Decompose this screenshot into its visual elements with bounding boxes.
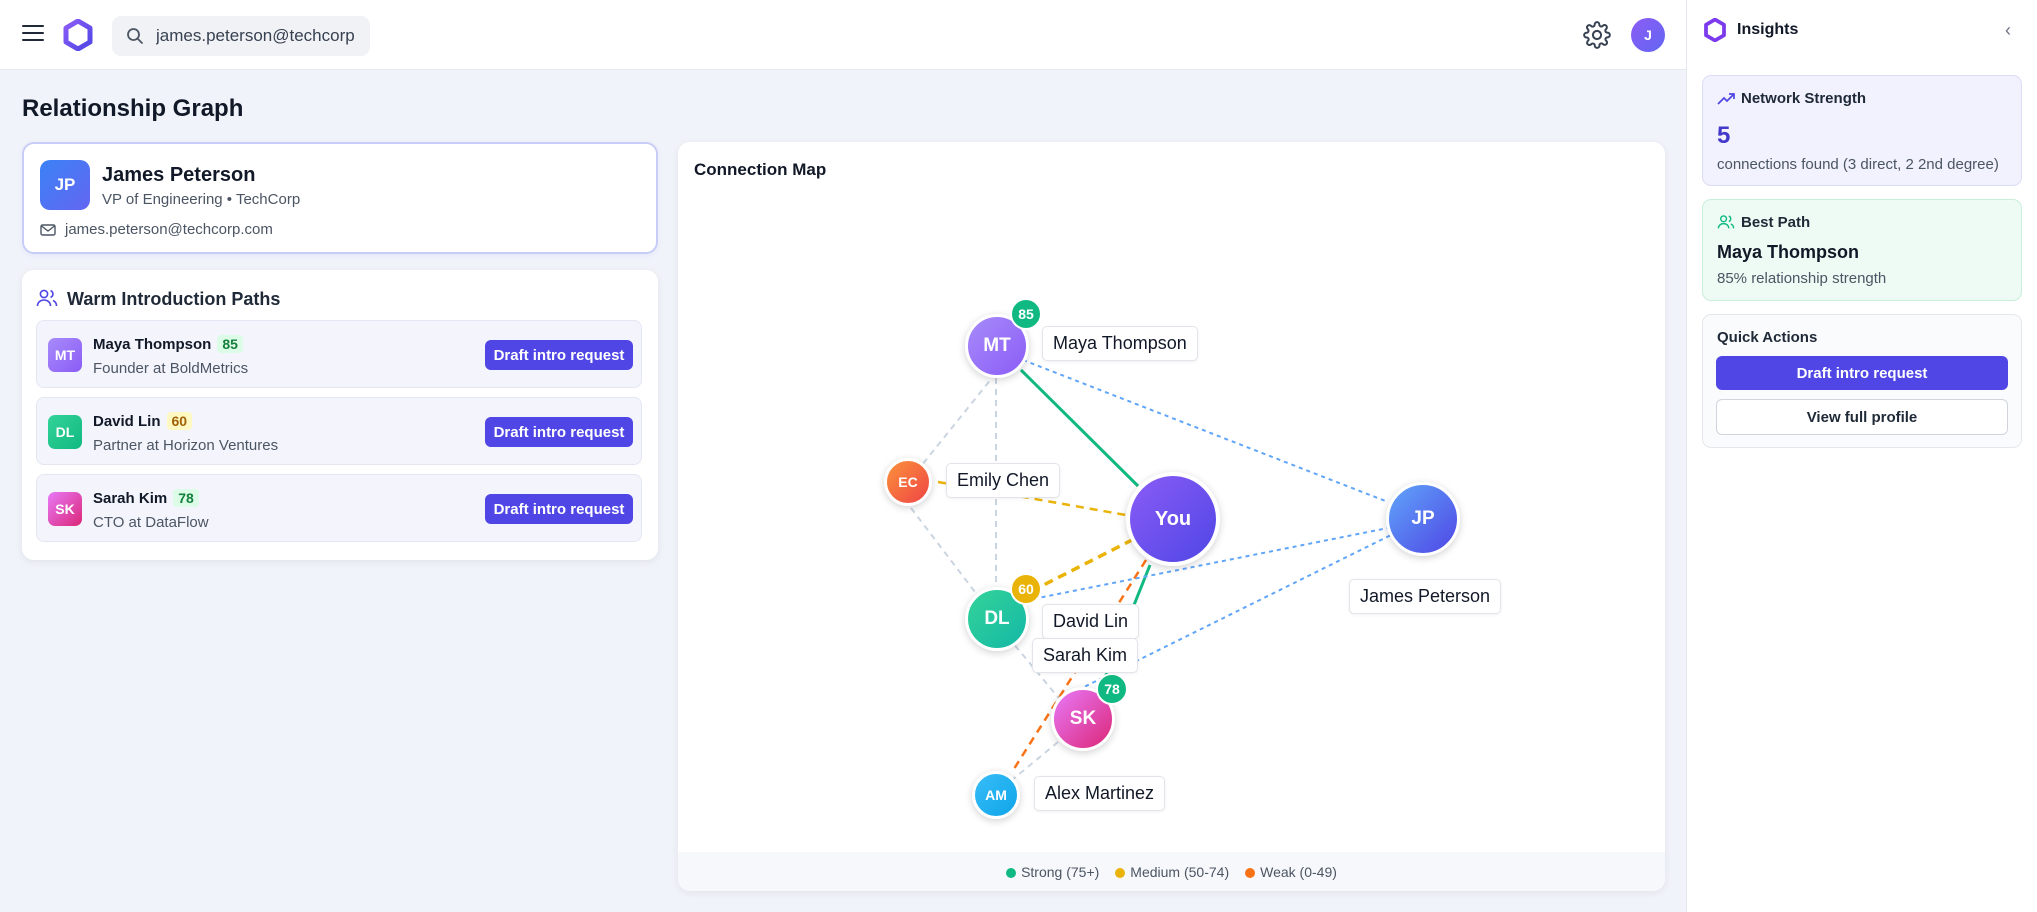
best-path-name: Maya Thompson (1717, 242, 1860, 262)
insights-panel: Insights ‹ Network Strength 5 connection… (1686, 0, 2037, 912)
user-avatar[interactable]: J (1631, 18, 1665, 52)
draft-intro-button[interactable]: Draft intro request (485, 417, 633, 447)
draft-intro-button[interactable]: Draft intro request (1716, 356, 2008, 390)
chevron-left-icon[interactable]: ‹ (2005, 20, 2011, 41)
edge-sk-am (1011, 741, 1059, 781)
node-label-alex: Alex Martinez (1034, 776, 1166, 811)
menu-icon[interactable] (22, 25, 44, 43)
profile-avatar: JP (40, 160, 90, 210)
network-count: 5 (1717, 122, 1731, 149)
view-full-profile-button[interactable]: View full profile (1716, 399, 2008, 435)
path-name: David Lin 60 (93, 412, 193, 430)
profile-card: JP James Peterson VP of Engineering • Te… (22, 142, 658, 254)
node-score-badge: 78 (1096, 673, 1128, 705)
network-sub: connections found (3 direct, 2 2nd degre… (1717, 156, 1999, 173)
path-role: Partner at Horizon Ventures (93, 437, 279, 454)
app-logo-icon (1704, 18, 1726, 42)
quick-actions-label: Quick Actions (1717, 329, 1818, 346)
path-row-sarah: SK Sarah Kim 78 CTO at DataFlow Draft int… (36, 474, 642, 542)
insights-title: Insights (1737, 21, 1799, 38)
users-icon (1717, 215, 1735, 229)
draft-intro-button[interactable]: Draft intro request (485, 494, 633, 524)
profile-name: James Peterson (102, 164, 256, 186)
top-bar: J (0, 0, 1686, 70)
legend-strong: Strong (75+) (1006, 864, 1099, 880)
node-label-emily: Emily Chen (946, 463, 1061, 498)
edge-ec-dl (910, 507, 979, 597)
node-alex-martinez[interactable]: AM (972, 771, 1020, 819)
node-label-james: James Peterson (1349, 579, 1502, 614)
connection-map: Connection Map You MT 85 Maya Thompson E… (678, 142, 1665, 891)
profile-email[interactable]: james.peterson@techcorp.com (65, 221, 273, 238)
path-avatar: MT (48, 338, 82, 372)
best-path-label: Best Path (1741, 214, 1811, 231)
node-score-badge: 85 (1010, 298, 1042, 330)
page-title: Relationship Graph (22, 95, 244, 122)
node-emily-chen[interactable]: EC (884, 458, 932, 506)
node-score-badge: 60 (1010, 573, 1042, 605)
best-path-card: Best Path Maya Thompson 85% relationship… (1702, 199, 2022, 301)
path-role: Founder at BoldMetrics (93, 360, 249, 377)
path-name: Maya Thompson 85 (93, 335, 243, 353)
trending-up-icon (1717, 93, 1735, 105)
score-badge: 78 (173, 489, 199, 507)
node-you[interactable]: You (1126, 472, 1220, 566)
legend-strong-label: Strong (75+) (1021, 863, 1100, 880)
path-row-david: DL David Lin 60 Partner at Horizon Ventur… (36, 397, 642, 465)
path-row-maya: MT Maya Thompson 85 Founder at BoldMetric… (36, 320, 642, 388)
network-strength-card: Network Strength 5 connections found (3 … (1702, 75, 2022, 186)
path-name-text: David Lin (93, 413, 161, 430)
node-label-sarah: Sarah Kim (1032, 638, 1139, 673)
intro-paths-card: Warm Introduction Paths MT Maya Thompson… (22, 270, 658, 560)
mail-icon (40, 224, 56, 236)
legend-medium: Medium (50-74) (1115, 864, 1229, 880)
path-name: Sarah Kim 78 (93, 489, 199, 507)
users-icon (36, 289, 58, 307)
best-path-sub: 85% relationship strength (1717, 270, 1887, 287)
path-name-text: Maya Thompson (93, 336, 212, 353)
quick-actions-card: Quick Actions Draft intro request View f… (1702, 314, 2022, 448)
profile-role: VP of Engineering • TechCorp (102, 191, 301, 208)
node-label-maya: Maya Thompson (1042, 326, 1198, 361)
node-james-peterson[interactable]: JP (1386, 482, 1460, 556)
gear-icon[interactable] (1583, 21, 1611, 49)
path-avatar: SK (48, 492, 82, 526)
insights-header: Insights ‹ (1687, 0, 2037, 60)
node-label-david: David Lin (1042, 604, 1140, 639)
intro-paths-title: Warm Introduction Paths (67, 289, 281, 309)
search-input[interactable] (156, 25, 356, 47)
path-avatar: DL (48, 415, 82, 449)
path-name-text: Sarah Kim (93, 490, 168, 507)
draft-intro-button[interactable]: Draft intro request (485, 340, 633, 370)
legend-medium-label: Medium (50-74) (1130, 863, 1230, 880)
map-legend: Strong (75+) Medium (50-74) Weak (0-49) (678, 852, 1665, 891)
legend-weak: Weak (0-49) (1245, 864, 1337, 880)
path-role: CTO at DataFlow (93, 514, 209, 531)
search-box[interactable] (112, 16, 370, 56)
app-logo-icon[interactable] (62, 19, 94, 51)
network-strength-label: Network Strength (1741, 90, 1867, 107)
legend-weak-label: Weak (0-49) (1260, 863, 1337, 880)
score-badge: 60 (166, 412, 193, 430)
edge-mt-jp (1022, 359, 1389, 503)
search-icon (127, 28, 143, 44)
score-badge: 85 (217, 335, 243, 353)
